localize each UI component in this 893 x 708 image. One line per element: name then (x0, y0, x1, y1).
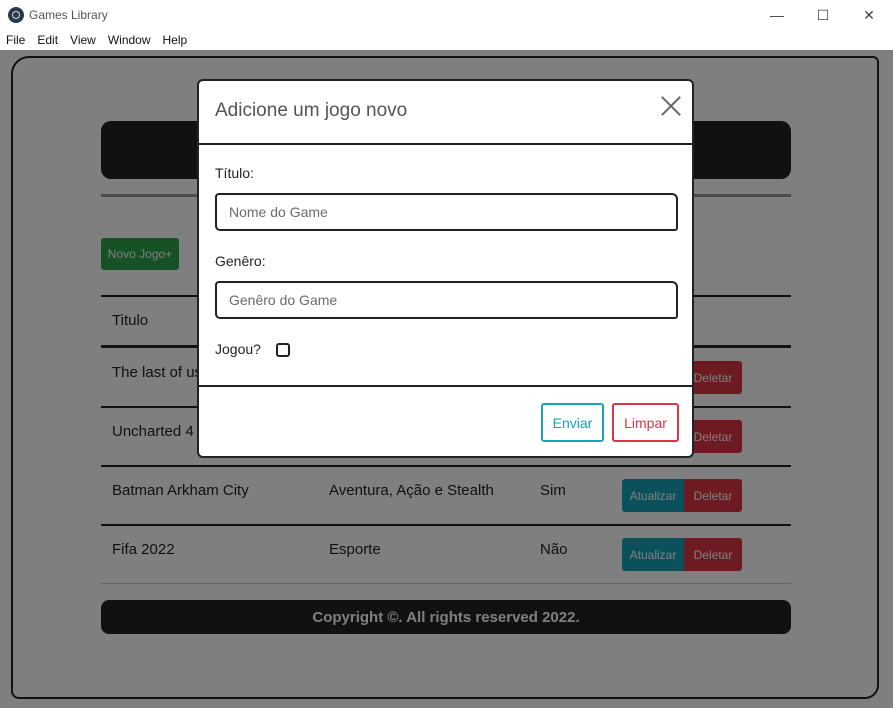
menu-edit[interactable]: Edit (31, 30, 64, 50)
played-checkbox[interactable] (276, 343, 290, 357)
title-input[interactable] (215, 193, 678, 231)
maximize-window-button[interactable]: ☐ (800, 0, 846, 30)
menu-view[interactable]: View (64, 30, 102, 50)
add-game-modal: Adicione um jogo novo Título: Genêro: Jo… (197, 79, 694, 458)
menu-file[interactable]: File (0, 30, 31, 50)
window-title: Games Library (29, 8, 108, 22)
title-label: Título: (215, 165, 254, 181)
menu-window[interactable]: Window (102, 30, 157, 50)
menu-help[interactable]: Help (157, 30, 194, 50)
close-icon[interactable] (660, 95, 682, 117)
menu-bar: File Edit View Window Help (0, 30, 893, 50)
minimize-window-button[interactable]: — (754, 0, 800, 30)
genre-input[interactable] (215, 281, 678, 319)
played-label: Jogou? (215, 341, 261, 357)
modal-footer-divider (199, 385, 692, 387)
modal-title: Adicione um jogo novo (215, 100, 408, 121)
app-logo-icon (8, 7, 24, 23)
submit-button[interactable]: Enviar (541, 403, 604, 442)
genre-label: Genêro: (215, 253, 266, 269)
clear-button[interactable]: Limpar (612, 403, 679, 442)
modal-header-divider (199, 143, 692, 145)
close-window-button[interactable]: ✕ (846, 0, 892, 30)
